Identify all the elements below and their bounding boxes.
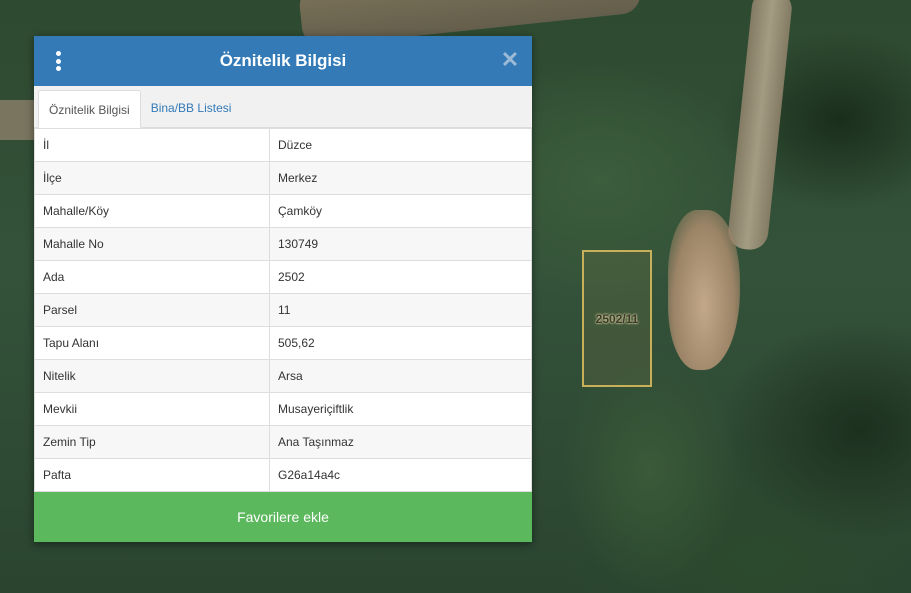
panel-title: Öznitelik Bilgisi [219, 51, 347, 70]
attribute-key: Mahalle/Köy [34, 194, 270, 228]
attribute-value: 11 [269, 293, 532, 327]
attribute-key: Mahalle No [34, 227, 270, 261]
table-row: Mahalle/Köy Çamköy [34, 194, 532, 228]
parcel-label: 2502/11 [595, 312, 639, 326]
table-row: Zemin Tip Ana Taşınmaz [34, 425, 532, 459]
tab-building-list[interactable]: Bina/BB Listesi [141, 89, 242, 127]
attribute-info-panel: Öznitelik Bilgisi ✕ Öznitelik Bilgisi Bi… [34, 36, 532, 542]
attribute-key: Ada [34, 260, 270, 294]
attribute-value: 505,62 [269, 326, 532, 360]
vertical-dots-icon[interactable] [54, 51, 62, 71]
table-row: Mahalle No 130749 [34, 227, 532, 261]
attribute-value: Ana Taşınmaz [269, 425, 532, 459]
attribute-value: 130749 [269, 227, 532, 261]
attribute-value: Düzce [269, 128, 532, 162]
attribute-value: Merkez [269, 161, 532, 195]
attribute-key: İl [34, 128, 270, 162]
attribute-value: Çamköy [269, 194, 532, 228]
table-row: Parsel 11 [34, 293, 532, 327]
parcel-outline[interactable]: 2502/11 [582, 250, 652, 387]
table-row: İlçe Merkez [34, 161, 532, 195]
add-to-favorites-button[interactable]: Favorilere ekle [34, 492, 532, 542]
table-row: Tapu Alanı 505,62 [34, 326, 532, 360]
close-icon[interactable]: ✕ [500, 49, 520, 71]
panel-header: Öznitelik Bilgisi ✕ [34, 36, 532, 86]
attribute-key: Zemin Tip [34, 425, 270, 459]
map-road [726, 0, 794, 252]
tab-attribute-info[interactable]: Öznitelik Bilgisi [38, 90, 141, 128]
attribute-value: Musayeriçiftlik [269, 392, 532, 426]
table-row: Mevkii Musayeriçiftlik [34, 392, 532, 426]
attribute-key: Mevkii [34, 392, 270, 426]
table-row: İl Düzce [34, 128, 532, 162]
attribute-value: Arsa [269, 359, 532, 393]
table-row: Pafta G26a14a4c [34, 458, 532, 492]
map-clearing [668, 210, 740, 370]
table-row: Nitelik Arsa [34, 359, 532, 393]
attribute-value: 2502 [269, 260, 532, 294]
table-row: Ada 2502 [34, 260, 532, 294]
attribute-table: İl Düzce İlçe Merkez Mahalle/Köy Çamköy Mahall… [34, 128, 532, 492]
panel-tabs: Öznitelik Bilgisi Bina/BB Listesi [34, 86, 532, 128]
attribute-key: Parsel [34, 293, 270, 327]
attribute-key: İlçe [34, 161, 270, 195]
attribute-key: Pafta [34, 458, 270, 492]
attribute-key: Tapu Alanı [34, 326, 270, 360]
attribute-key: Nitelik [34, 359, 270, 393]
attribute-value: G26a14a4c [269, 458, 532, 492]
